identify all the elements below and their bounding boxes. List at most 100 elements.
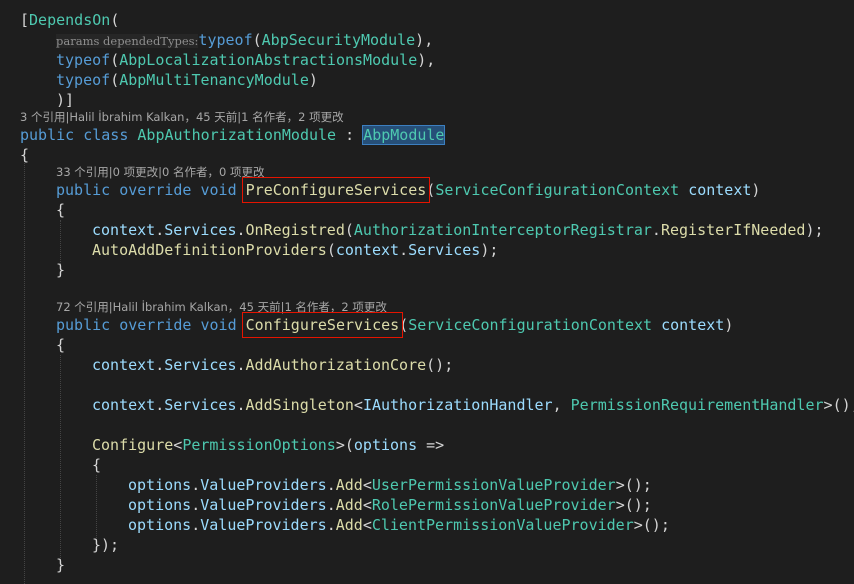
type-reference[interactable]: IAuthorizationHandler <box>363 396 553 414</box>
indent-guide <box>24 150 25 584</box>
identifier: context <box>92 221 156 239</box>
punctuation: . <box>191 476 201 494</box>
method-call[interactable]: Add <box>336 496 363 514</box>
punctuation: (); <box>624 496 652 514</box>
method-call[interactable]: Add <box>336 476 363 494</box>
punctuation: ) <box>751 181 761 199</box>
punctuation: < <box>362 496 372 514</box>
punctuation: < <box>362 516 372 534</box>
identifier: options <box>353 436 418 454</box>
method-call[interactable]: Add <box>336 516 363 534</box>
punctuation: { <box>56 201 66 219</box>
punctuation: (); <box>832 396 854 414</box>
codelens-preconfigure[interactable]: 33 个引用|0 项更改|0 名作者，0 项更改 <box>56 163 264 181</box>
type-reference[interactable]: PermissionRequirementHandler <box>571 396 824 414</box>
punctuation: { <box>20 146 30 164</box>
punctuation: . <box>191 496 201 514</box>
code-line-add-singleton: context.Services.AddSingleton<IAuthoriza… <box>92 395 854 415</box>
method-call[interactable]: AddAuthorizationCore <box>246 356 427 374</box>
method-call[interactable]: OnRegistred <box>246 221 345 239</box>
code-line-brace: { <box>56 200 65 220</box>
code-line-brace: { <box>56 335 65 355</box>
punctuation: ( <box>399 316 409 334</box>
identifier: ValueProviders <box>200 516 327 534</box>
class-name[interactable]: AbpAuthorizationModule <box>137 126 336 144</box>
punctuation: , <box>424 31 434 49</box>
indent-guide <box>60 220 61 264</box>
code-line-add-authz-core: context.Services.AddAuthorizationCore(); <box>92 355 453 375</box>
code-line-lambda-close: }); <box>92 535 119 555</box>
punctuation: . <box>399 241 409 259</box>
punctuation: ( <box>110 51 120 69</box>
punctuation: }); <box>92 536 120 554</box>
punctuation: > <box>615 496 625 514</box>
type-reference[interactable]: PermissionOptions <box>182 436 336 454</box>
punctuation: ( <box>252 31 262 49</box>
codelens-configure[interactable]: 72 个引用|Halil İbrahim Kalkan，45 天前|1 名作者，… <box>56 298 387 316</box>
method-call[interactable]: RegisterIfNeeded <box>661 221 806 239</box>
method-name-highlighted[interactable]: PreConfigureServices <box>241 177 431 203</box>
method-call[interactable]: AutoAddDefinitionProviders <box>92 241 327 259</box>
punctuation: => <box>426 436 445 454</box>
keyword: void <box>200 181 237 199</box>
punctuation: . <box>651 221 661 239</box>
type-reference[interactable]: UserPermissionValueProvider <box>372 476 616 494</box>
code-line-dep3: typeof(AbpMultiTenancyModule) <box>56 70 318 90</box>
codelens-class[interactable]: 3 个引用|Halil İbrahim Kalkan，45 天前|1 名作者，2… <box>20 108 344 126</box>
type-reference[interactable]: AbpMultiTenancyModule <box>119 71 309 89</box>
punctuation: ( <box>344 221 354 239</box>
identifier: options <box>128 476 192 494</box>
identifier: options <box>128 496 192 514</box>
code-line-add-user-provider: options.ValueProviders.Add<UserPermissio… <box>128 475 652 495</box>
indent-guide <box>96 475 97 540</box>
punctuation: [ <box>20 11 30 29</box>
keyword: override <box>119 316 192 334</box>
method-call[interactable]: AddSingleton <box>246 396 354 414</box>
punctuation: ( <box>326 241 336 259</box>
keyword: public <box>56 316 111 334</box>
identifier: ValueProviders <box>200 496 327 514</box>
identifier: ValueProviders <box>200 476 327 494</box>
punctuation: . <box>191 516 201 534</box>
punctuation: . <box>236 396 246 414</box>
punctuation: ) <box>417 51 427 69</box>
attribute-name[interactable]: DependsOn <box>29 11 110 29</box>
keyword: typeof <box>56 71 111 89</box>
type-reference[interactable]: AuthorizationInterceptorRegistrar <box>354 221 652 239</box>
punctuation: . <box>326 496 336 514</box>
method-call[interactable]: Configure <box>92 436 173 454</box>
parameter-name: context <box>661 316 725 334</box>
punctuation: } <box>56 556 66 574</box>
indent-guide <box>60 355 61 560</box>
type-reference[interactable]: AbpSecurityModule <box>262 31 416 49</box>
type-reference[interactable]: AbpLocalizationAbstractionsModule <box>119 51 417 69</box>
punctuation: < <box>353 396 363 414</box>
code-line-brace: } <box>56 260 65 280</box>
code-line-preconfigure-decl: public override void PreConfigureService… <box>56 177 761 203</box>
keyword: override <box>119 181 192 199</box>
method-name-highlighted[interactable]: ConfigureServices <box>241 312 404 338</box>
identifier: Services <box>408 241 481 259</box>
punctuation: ) <box>415 31 425 49</box>
punctuation: . <box>155 396 165 414</box>
code-line-brace: { <box>20 145 29 165</box>
code-line-auto-add: AutoAddDefinitionProviders(context.Servi… <box>92 240 498 260</box>
type-reference[interactable]: ServiceConfigurationContext <box>435 181 679 199</box>
punctuation: . <box>326 476 336 494</box>
punctuation: ); <box>805 221 824 239</box>
type-reference[interactable]: ServiceConfigurationContext <box>408 316 652 334</box>
punctuation: < <box>173 436 183 454</box>
keyword: typeof <box>198 31 253 49</box>
identifier: Services <box>164 396 237 414</box>
punctuation: ( <box>110 71 120 89</box>
type-reference[interactable]: ClientPermissionValueProvider <box>372 516 634 534</box>
code-editor[interactable]: [DependsOn( params dependedTypes:typeof(… <box>0 0 854 584</box>
code-line-class-decl: public class AbpAuthorizationModule : Ab… <box>20 125 446 145</box>
punctuation: , <box>426 51 436 69</box>
type-reference[interactable]: RolePermissionValueProvider <box>372 496 616 514</box>
code-line-brace: } <box>56 555 65 575</box>
punctuation: . <box>236 221 246 239</box>
base-class-selected[interactable]: AbpModule <box>362 125 446 145</box>
punctuation: ( <box>344 436 354 454</box>
punctuation: > <box>823 396 833 414</box>
